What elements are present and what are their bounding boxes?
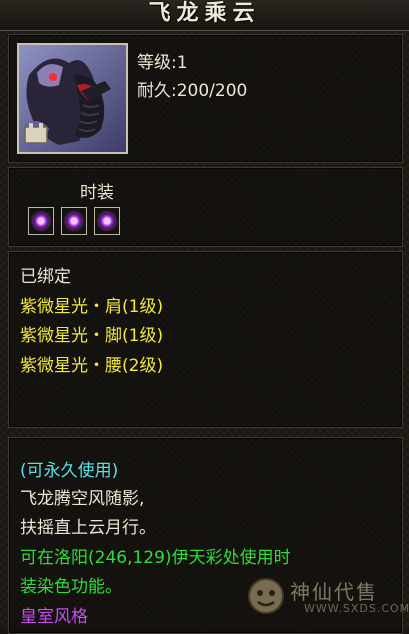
poem-line-2: 扶摇直上云月行。 <box>20 518 156 538</box>
watermark-text: 神仙代售 <box>290 580 378 604</box>
item-title: 飞龙乘云 <box>148 0 261 26</box>
dye-info-line-1: 可在洛阳(246,129)伊天彩处使用时 <box>20 548 291 568</box>
watermark-url: WWW.SXDS.COM <box>304 602 409 615</box>
dragon-mount-icon[interactable] <box>17 43 128 154</box>
attribute-line: 紫微星光・腰(2级) <box>20 356 164 376</box>
usage-note: (可永久使用) <box>20 461 119 481</box>
scroll-mascot-logo <box>248 578 284 614</box>
attribute-line: 紫微星光・脚(1级) <box>20 326 164 346</box>
purple-gem-icon[interactable] <box>28 207 54 235</box>
attribute-line: 紫微星光・肩(1级) <box>20 297 164 317</box>
style-tag: 皇室风格 <box>20 607 88 627</box>
purple-gem-icon[interactable] <box>61 207 87 235</box>
item-tooltip: 飞龙乘云 等级:1 耐久:200/200 时装 已绑定 紫微星光・肩(1级) 紫… <box>0 0 409 634</box>
poem-line-1: 飞龙腾空风随影, <box>20 489 145 509</box>
title-bar: 飞龙乘云 <box>0 0 409 31</box>
purple-gem-icon[interactable] <box>94 207 120 235</box>
durability-stat: 耐久:200/200 <box>137 81 248 101</box>
bound-status: 已绑定 <box>20 267 71 287</box>
fashion-label: 时装 <box>80 183 114 203</box>
level-stat: 等级:1 <box>137 53 188 73</box>
dye-info-line-2: 装染色功能。 <box>20 577 122 597</box>
watermark: 神仙代售 WWW.SXDS.COM <box>246 572 409 622</box>
